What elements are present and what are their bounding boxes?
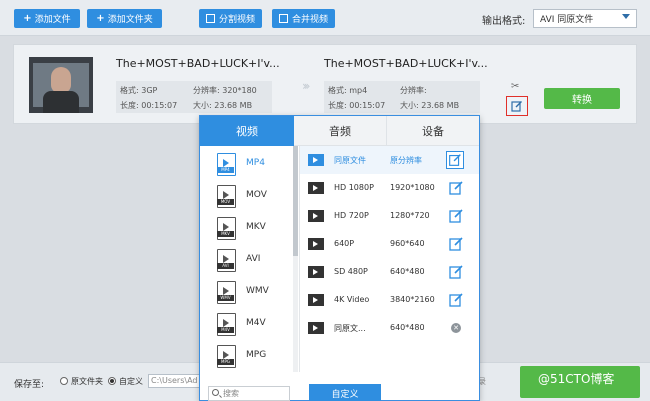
format-item-mkv[interactable]: MKV MKV [200,212,295,244]
custom-button[interactable]: 自定义 [309,384,381,401]
preset-row[interactable]: HD 720P 1280*720 [300,202,479,230]
target-title: The+MOST+BAD+LUCK+I'v... [324,57,488,70]
target-format: 格式: mp4 [328,86,368,95]
format-item-mpg[interactable]: MPG MPG [200,340,295,372]
radio-source-folder[interactable] [60,377,68,385]
mpg-file-icon: MPG [217,345,236,368]
target-size: 大小: 23.68 MB [400,101,460,110]
delete-icon[interactable]: ✕ [451,323,461,333]
film-icon [308,154,324,166]
format-item-mov[interactable]: MOV MOV [200,180,295,212]
source-resolution: 分辨率: 320*180 [193,86,257,95]
film-icon [308,266,324,278]
mp4-file-icon: MP4 [217,153,236,176]
source-size: 大小: 23.68 MB [193,101,253,110]
wmv-file-icon: WMV [217,281,236,304]
plus-icon: + [96,13,105,24]
save-to-label: 保存至: [14,380,45,390]
search-icon [212,389,219,396]
mov-file-icon: MOV [217,185,236,208]
edit-icon[interactable] [449,181,463,195]
mkv-file-icon: MKV [217,217,236,240]
search-input[interactable]: 搜索 [208,386,290,401]
format-category-list: MP4 MP4 MOV MOV MKV MKV AVI AVI WMV WMV … [200,146,295,372]
film-icon [308,182,324,194]
merge-icon [278,14,288,23]
video-thumbnail [29,57,93,113]
source-format: 格式: 3GP [120,86,158,95]
preset-row[interactable]: HD 1080P 1920*1080 [300,174,479,202]
custom-folder-label: 自定义 [119,377,143,386]
edit-settings-button[interactable] [506,96,528,116]
edit-icon [511,101,522,112]
source-folder-label: 原文件夹 [71,377,103,386]
edit-icon[interactable] [449,293,463,307]
tab-video[interactable]: 视频 [200,116,294,146]
arrow-right-icon: ››› [302,79,311,93]
add-folder-button[interactable]: + 添加文件夹 [87,9,162,28]
preset-row[interactable]: 4K Video 3840*2160 [300,286,479,314]
edit-icon[interactable] [449,237,463,251]
radio-custom-folder[interactable] [108,377,116,385]
scissors-icon[interactable]: ✂ [511,81,519,92]
film-icon [308,294,324,306]
edit-icon[interactable] [449,265,463,279]
merge-video-button[interactable]: 合并视频 [272,9,335,28]
edit-icon[interactable] [449,209,463,223]
category-scrollbar[interactable] [293,146,298,372]
tab-audio[interactable]: 音频 [294,116,387,146]
file-row: The+MOST+BAD+LUCK+I'v... 格式: 3GP 分辨率: 32… [13,44,637,124]
format-item-mp4[interactable]: MP4 MP4 [200,148,295,180]
output-format-select[interactable]: AVI 同原文件 [533,9,637,28]
target-duration: 长度: 00:15:07 [328,101,386,110]
add-file-button[interactable]: + 添加文件 [14,9,80,28]
preset-row[interactable]: 同原文... 640*480 ✕ [300,314,479,342]
edit-icon[interactable] [446,151,464,169]
avi-file-icon: AVI [217,249,236,272]
source-duration: 长度: 00:15:07 [120,101,178,110]
format-tabs: 视频 音频 设备 [200,116,479,146]
film-icon [308,210,324,222]
preset-row[interactable]: SD 480P 640*480 [300,258,479,286]
watermark: @51CTO博客 [538,372,615,386]
target-resolution: 分辨率: [400,86,427,95]
format-item-wmv[interactable]: WMV WMV [200,276,295,308]
split-icon [205,14,215,23]
format-panel: 视频 音频 设备 MP4 MP4 MOV MOV MKV MKV AVI AVI… [199,115,480,401]
preset-list: 同原文件 原分辨率 HD 1080P 1920*1080 HD 720P 128… [300,146,479,372]
split-video-button[interactable]: 分割视频 [199,9,262,28]
output-format-label: 输出格式: [482,16,526,27]
toolbar: + 添加文件 + 添加文件夹 分割视频 合并视频 输出格式: AVI 同原文件 [0,0,650,36]
m4v-file-icon: M4V [217,313,236,336]
format-item-m4v[interactable]: M4V M4V [200,308,295,340]
film-icon [308,238,324,250]
chevron-down-icon [622,14,630,19]
convert-button[interactable]: 转换 [544,88,620,109]
film-icon [308,322,324,334]
source-title: The+MOST+BAD+LUCK+I'v... [116,57,280,70]
preset-row[interactable]: 640P 960*640 [300,230,479,258]
plus-icon: + [23,13,32,24]
format-item-avi[interactable]: AVI AVI [200,244,295,276]
tab-device[interactable]: 设备 [387,116,479,146]
preset-row[interactable]: 同原文件 原分辨率 [300,146,479,174]
